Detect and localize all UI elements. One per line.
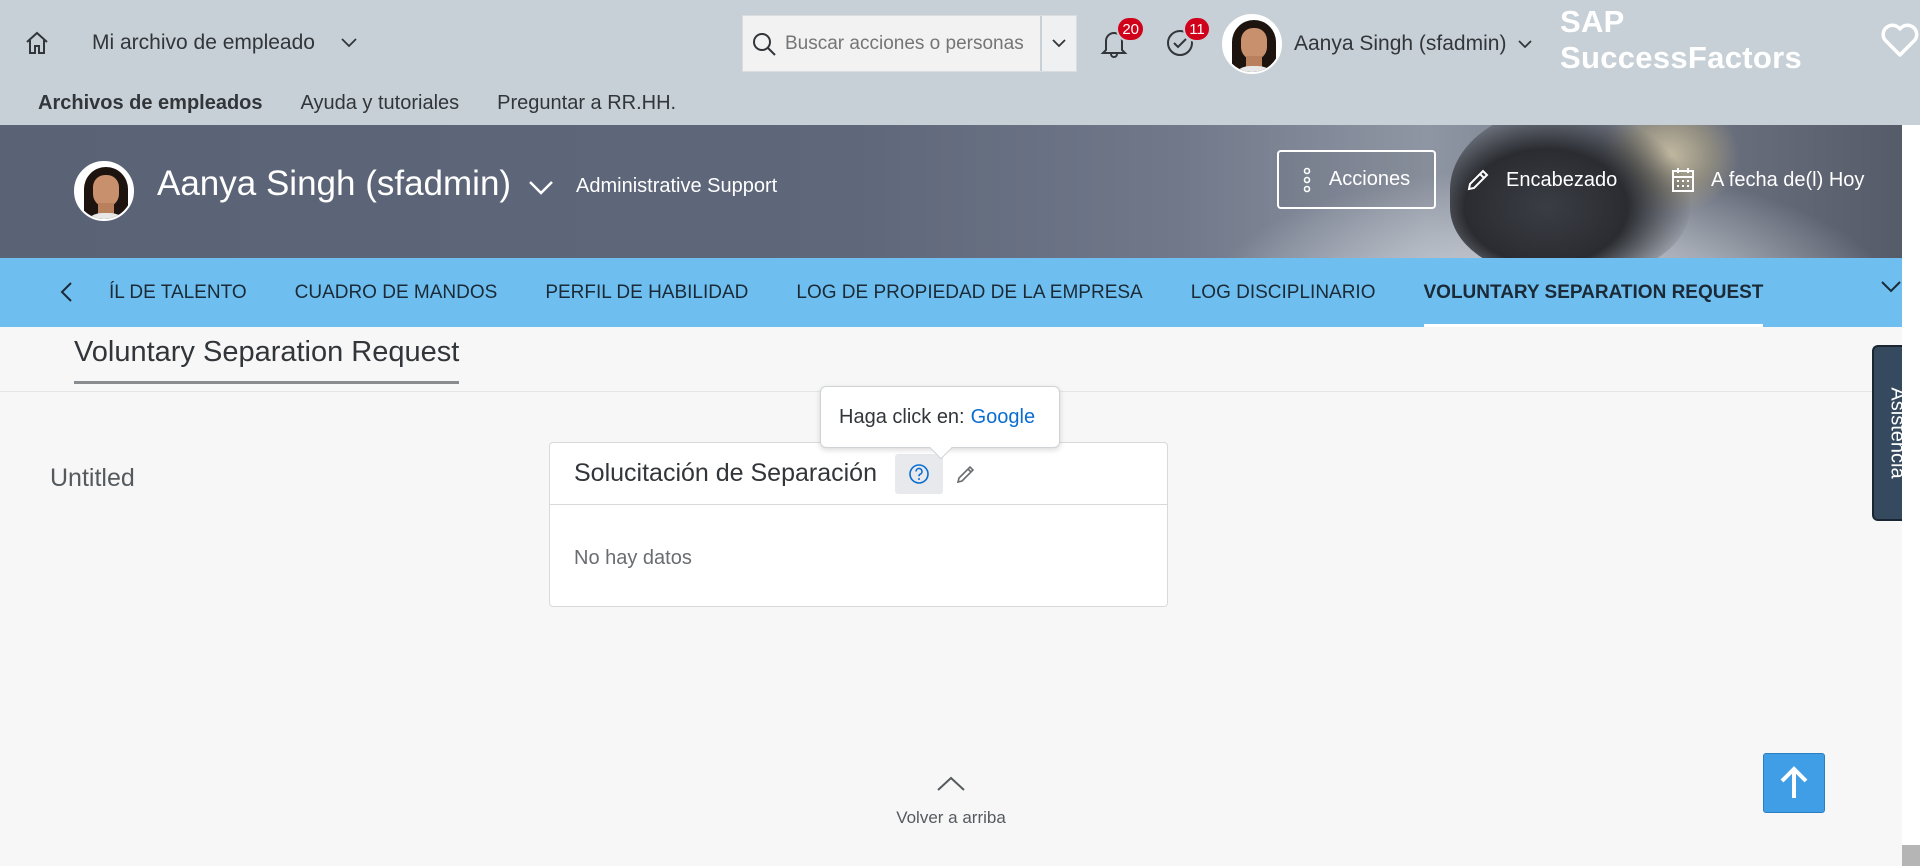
chevron-up-icon bbox=[937, 776, 965, 791]
card-header: Solucitación de Separación bbox=[550, 443, 1167, 505]
chevron-left-icon bbox=[60, 282, 72, 302]
scrollbar-thumb[interactable] bbox=[1902, 845, 1920, 866]
search-scope-dropdown[interactable] bbox=[1040, 16, 1076, 71]
section-tab-strip: ÍL DE TALENTO CUADRO DE MANDOS PERFIL DE… bbox=[0, 258, 1902, 327]
sub-navigation: Archivos de empleados Ayuda y tutoriales… bbox=[38, 92, 676, 115]
chevron-down-icon bbox=[529, 181, 553, 195]
module-label: Mi archivo de empleado bbox=[92, 31, 315, 54]
help-button[interactable] bbox=[894, 453, 943, 494]
back-to-top-link[interactable]: Volver a arriba bbox=[895, 775, 1007, 828]
no-data-text: No hay datos bbox=[574, 547, 692, 569]
search-icon bbox=[743, 31, 785, 57]
shell-bar: Mi archivo de empleado 20 11 Aanya Singh… bbox=[0, 0, 1920, 125]
user-menu[interactable]: Aanya Singh (sfadmin) bbox=[1222, 14, 1533, 74]
tasks-button[interactable]: 11 bbox=[1163, 16, 1211, 60]
section-label: Untitled bbox=[50, 464, 135, 492]
home-icon bbox=[26, 31, 48, 54]
subnav-ask-hr[interactable]: Preguntar a RR.HH. bbox=[497, 92, 676, 115]
calendar-icon bbox=[1672, 168, 1694, 192]
chevron-down-icon bbox=[1518, 39, 1533, 48]
home-button[interactable] bbox=[20, 26, 54, 60]
tab-skill-profile[interactable]: PERFIL DE HABILIDAD bbox=[545, 258, 748, 327]
search-input[interactable] bbox=[785, 32, 1040, 55]
arrow-up-icon bbox=[1780, 766, 1808, 798]
scroll-to-top-button[interactable] bbox=[1763, 753, 1825, 813]
as-of-date-label: A fecha de(l) Hoy bbox=[1711, 168, 1865, 191]
actions-label: Acciones bbox=[1328, 168, 1411, 190]
card-edit-button[interactable] bbox=[951, 454, 981, 494]
tab-disciplinary-log[interactable]: LOG DISCIPLINARIO bbox=[1191, 258, 1376, 327]
heart-icon bbox=[1881, 23, 1919, 57]
tab-voluntary-separation-request[interactable]: VOLUNTARY SEPARATION REQUEST bbox=[1423, 258, 1764, 327]
employee-avatar bbox=[74, 161, 134, 221]
tab-list: ÍL DE TALENTO CUADRO DE MANDOS PERFIL DE… bbox=[109, 258, 1764, 327]
pencil-icon bbox=[956, 465, 975, 483]
actions-button[interactable]: Acciones bbox=[1277, 150, 1436, 209]
tab-talent-profile[interactable]: ÍL DE TALENTO bbox=[109, 258, 247, 327]
tooltip-google-link[interactable]: Google bbox=[971, 406, 1036, 429]
tooltip-text: Haga click en: bbox=[839, 405, 965, 428]
chevron-down-icon bbox=[1881, 281, 1901, 293]
chevron-down-icon bbox=[1052, 39, 1066, 48]
vertical-dots-icon bbox=[1303, 167, 1311, 192]
header-edit-button[interactable]: Encabezado bbox=[1466, 163, 1617, 197]
module-selector[interactable]: Mi archivo de empleado bbox=[92, 28, 357, 58]
employee-name: Aanya Singh (sfadmin) bbox=[157, 164, 512, 203]
help-tooltip: Haga click en: Google bbox=[820, 386, 1060, 460]
employee-switch-dropdown[interactable] bbox=[527, 178, 557, 202]
chevron-down-icon bbox=[341, 38, 357, 48]
back-to-top-label: Volver a arriba bbox=[896, 808, 1006, 827]
tasks-badge: 11 bbox=[1183, 16, 1211, 42]
question-circle-icon bbox=[909, 463, 929, 484]
brand-name: SAP SuccessFactors bbox=[1560, 4, 1802, 75]
notifications-badge: 20 bbox=[1116, 16, 1145, 42]
subnav-help-tutorials[interactable]: Ayuda y tutoriales bbox=[301, 92, 460, 115]
separation-request-card: Solucitación de Separación No hay datos bbox=[549, 442, 1168, 607]
brand-logo: SAP SuccessFactors bbox=[1560, 4, 1920, 75]
tab-dashboard[interactable]: CUADRO DE MANDOS bbox=[295, 258, 498, 327]
card-title: Solucitación de Separación bbox=[574, 459, 877, 487]
page-title: Voluntary Separation Request bbox=[74, 336, 460, 384]
pencil-icon bbox=[1467, 169, 1489, 191]
scrollbar-track[interactable] bbox=[1902, 125, 1920, 866]
tab-scroll-left[interactable] bbox=[58, 280, 80, 306]
notifications-button[interactable]: 20 bbox=[1097, 16, 1145, 60]
tab-company-property-log[interactable]: LOG DE PROPIEDAD DE LA EMPRESA bbox=[796, 258, 1142, 327]
as-of-date-button[interactable]: A fecha de(l) Hoy bbox=[1671, 163, 1864, 197]
employee-title: Administrative Support bbox=[576, 175, 778, 197]
subnav-employee-files[interactable]: Archivos de empleados bbox=[38, 92, 263, 115]
avatar bbox=[1222, 14, 1282, 74]
search-box bbox=[742, 15, 1077, 72]
user-name: Aanya Singh (sfadmin) bbox=[1294, 32, 1507, 55]
header-edit-label: Encabezado bbox=[1506, 168, 1618, 191]
